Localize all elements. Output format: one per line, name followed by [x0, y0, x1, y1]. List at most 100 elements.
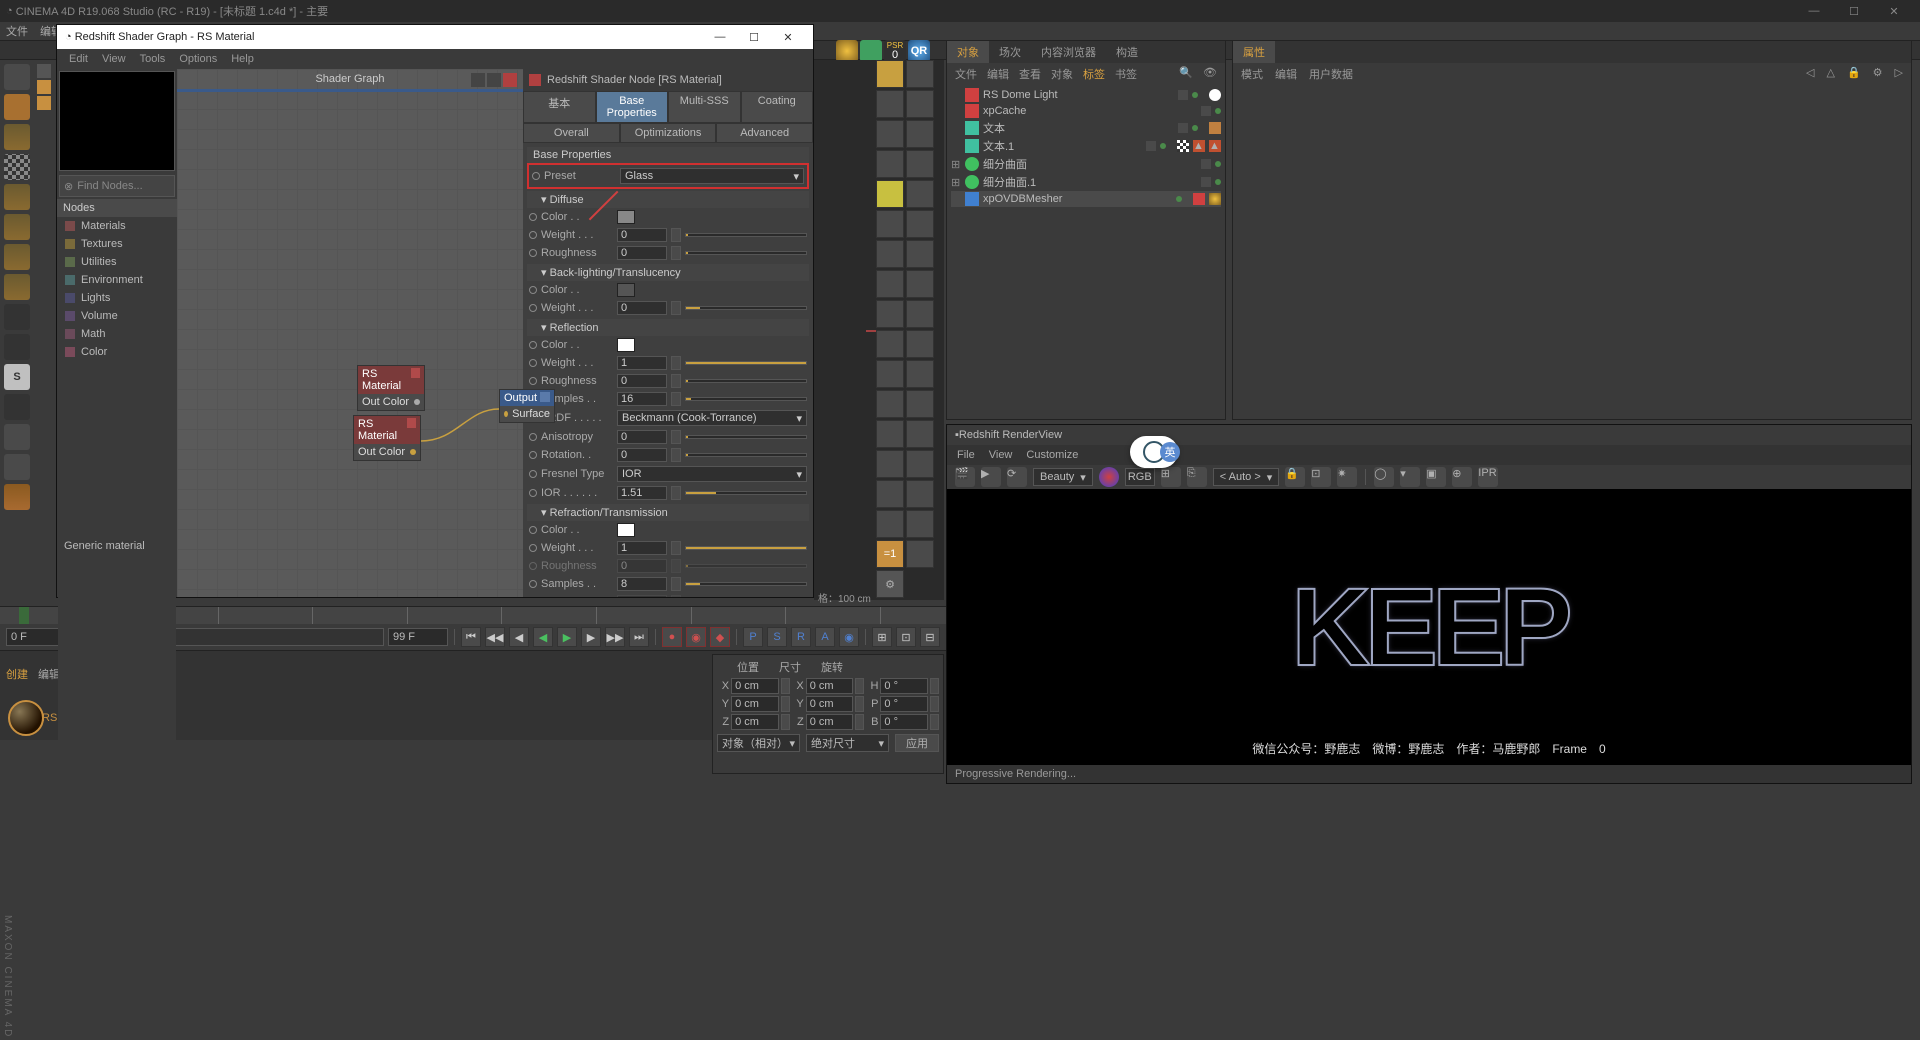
- pos-z-field[interactable]: 0 cm: [731, 714, 779, 730]
- rot-p-field[interactable]: 0 °: [880, 696, 928, 712]
- step-back-icon[interactable]: ◀◀: [485, 627, 505, 647]
- goto-start-icon[interactable]: ⏮: [461, 627, 481, 647]
- cat-lights[interactable]: Lights: [57, 289, 177, 307]
- tab-attributes[interactable]: 属性: [1233, 41, 1275, 63]
- rv-refresh-icon[interactable]: ⟳: [1007, 467, 1027, 487]
- tag-icon[interactable]: ▲: [1209, 140, 1221, 152]
- key-a-icon[interactable]: A: [815, 627, 835, 647]
- autokey-icon[interactable]: ◉: [686, 627, 706, 647]
- rv-lock-icon[interactable]: 🔒: [1285, 467, 1305, 487]
- rot-h-field[interactable]: 0 °: [880, 678, 928, 694]
- size-y-field[interactable]: 0 cm: [806, 696, 854, 712]
- tab-base-properties[interactable]: Base Properties: [596, 91, 669, 123]
- tl-tool-icon[interactable]: ⊟: [920, 627, 940, 647]
- tool-icon[interactable]: [37, 64, 51, 78]
- tab-objects[interactable]: 对象: [947, 41, 989, 63]
- cat-textures[interactable]: Textures: [57, 235, 177, 253]
- cat-materials[interactable]: Materials: [57, 217, 177, 235]
- magnet-icon[interactable]: [4, 424, 30, 450]
- rv-save-icon[interactable]: ▣: [1426, 467, 1446, 487]
- rv-aov-select[interactable]: Beauty▾: [1033, 468, 1093, 486]
- vp-tool[interactable]: [906, 540, 934, 568]
- vp-tool[interactable]: [906, 300, 934, 328]
- vp-tool[interactable]: [876, 210, 904, 238]
- vp-tool[interactable]: [876, 270, 904, 298]
- tag-icon[interactable]: [1193, 193, 1205, 205]
- fresnel-select[interactable]: IOR▾: [617, 466, 807, 482]
- section-reflection[interactable]: ▾ Reflection: [527, 319, 809, 336]
- mouse-icon[interactable]: [4, 334, 30, 360]
- cat-math[interactable]: Math: [57, 325, 177, 343]
- vp-tool[interactable]: [906, 210, 934, 238]
- vp-tool[interactable]: [906, 330, 934, 358]
- size-x-field[interactable]: 0 cm: [806, 678, 854, 694]
- frame-back-icon[interactable]: ◀: [509, 627, 529, 647]
- key-icon[interactable]: ◆: [710, 627, 730, 647]
- vp-tool[interactable]: [906, 180, 934, 208]
- tab-multi-sss[interactable]: Multi-SSS: [668, 91, 741, 123]
- vp-tool[interactable]: [876, 300, 904, 328]
- vp-tool[interactable]: [906, 60, 934, 88]
- qr-icon[interactable]: QR: [908, 40, 930, 62]
- cat-color[interactable]: Color: [57, 343, 177, 361]
- tag-icon[interactable]: ▲: [1193, 140, 1205, 152]
- minimize-button[interactable]: —: [1794, 0, 1834, 22]
- axis-icon[interactable]: [4, 304, 30, 330]
- back-color-swatch[interactable]: [617, 283, 635, 297]
- tag-icon[interactable]: [1209, 89, 1221, 101]
- vp-tool[interactable]: [906, 120, 934, 148]
- icon-1[interactable]: [836, 40, 858, 62]
- vp-tool[interactable]: [906, 90, 934, 118]
- misc-icon[interactable]: [4, 484, 30, 510]
- vp-tool[interactable]: [876, 180, 904, 208]
- ime-lang[interactable]: 英: [1160, 442, 1180, 462]
- vp-tool[interactable]: [906, 480, 934, 508]
- ime-indicator[interactable]: 英: [1130, 436, 1178, 468]
- grid-icon[interactable]: [4, 454, 30, 480]
- vp-tool[interactable]: [876, 510, 904, 538]
- goto-end-icon[interactable]: ⏭: [629, 627, 649, 647]
- diffuse-rough-field[interactable]: 0: [617, 246, 667, 260]
- live-select-icon[interactable]: [4, 94, 30, 120]
- tab-basic[interactable]: 基本: [523, 91, 596, 123]
- sg-menu-view[interactable]: View: [102, 53, 126, 65]
- sg-preview-thumb[interactable]: [59, 71, 175, 171]
- object-tree[interactable]: RS Dome Light xpCache 文本 文本.1 ▲▲ ⊞细分曲面 ⊞…: [947, 85, 1225, 209]
- tab-coating[interactable]: Coating: [741, 91, 814, 123]
- primitive-icon[interactable]: [4, 184, 30, 210]
- gear-icon[interactable]: ⚙: [1873, 66, 1883, 82]
- vp-tool[interactable]: [876, 240, 904, 268]
- key-pla-icon[interactable]: ◉: [839, 627, 859, 647]
- rv-title[interactable]: ▪ Redshift RenderView: [947, 425, 1911, 445]
- checker-icon[interactable]: [4, 154, 30, 180]
- step-fwd-icon[interactable]: ▶▶: [605, 627, 625, 647]
- refl-color-swatch[interactable]: [617, 338, 635, 352]
- key-r-icon[interactable]: R: [791, 627, 811, 647]
- circle-icon[interactable]: [4, 394, 30, 420]
- cat-utilities[interactable]: Utilities: [57, 253, 177, 271]
- section-refraction[interactable]: ▾ Refraction/Transmission: [527, 504, 809, 521]
- range-end-field[interactable]: 99 F: [388, 628, 448, 646]
- maximize-button[interactable]: ☐: [1834, 0, 1874, 22]
- rv-ipr-icon[interactable]: IPR: [1478, 467, 1498, 487]
- cat-volume[interactable]: Volume: [57, 307, 177, 325]
- tab-takes[interactable]: 场次: [989, 41, 1031, 63]
- coord-mode-select[interactable]: 对象（相对）▾: [717, 734, 800, 752]
- sg-menu-options[interactable]: Options: [179, 53, 217, 65]
- vp-tool[interactable]: [876, 120, 904, 148]
- rv-star-icon[interactable]: ✷: [1337, 467, 1357, 487]
- rv-circle-icon[interactable]: ◯: [1374, 467, 1394, 487]
- rv-play-icon[interactable]: ▶: [981, 467, 1001, 487]
- section-diffuse[interactable]: ▾ Diffuse: [527, 191, 809, 208]
- frame-fwd-icon[interactable]: ▶: [581, 627, 601, 647]
- primitive2-icon[interactable]: [4, 214, 30, 240]
- record-icon[interactable]: ●: [662, 627, 682, 647]
- tab-optimizations[interactable]: Optimizations: [620, 123, 717, 143]
- sg-graph-canvas[interactable]: Shader Graph RS Material Out Color RS Ma…: [177, 69, 523, 597]
- rv-grid-icon[interactable]: ⊞: [1161, 467, 1181, 487]
- vp-tool[interactable]: [906, 240, 934, 268]
- size-mode-select[interactable]: 绝对尺寸▾: [806, 734, 889, 752]
- undo-icon[interactable]: [4, 64, 30, 90]
- size-z-field[interactable]: 0 cm: [806, 714, 854, 730]
- sg-titlebar[interactable]: ◔ Redshift Shader Graph - RS Material — …: [57, 25, 813, 49]
